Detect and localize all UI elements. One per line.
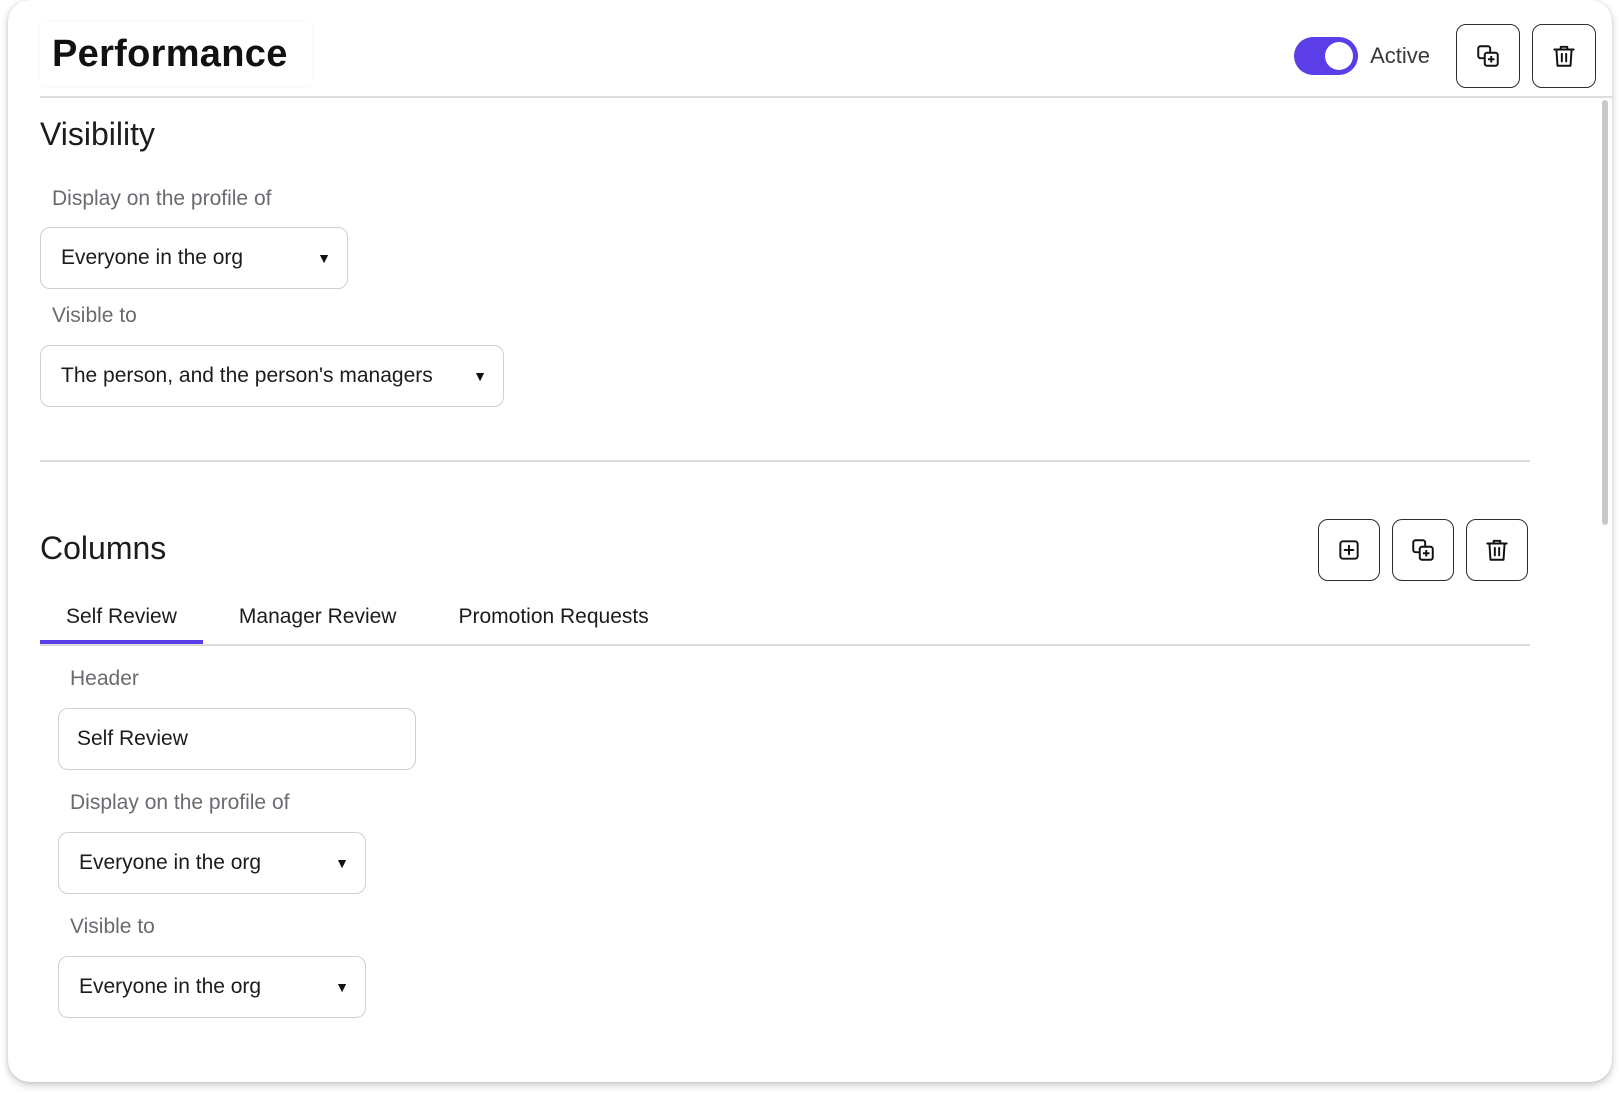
column-visible-to-select[interactable]: Everyone in the org ▼ (58, 956, 366, 1018)
page-title: Performance (52, 32, 288, 75)
columns-title: Columns (40, 530, 167, 566)
delete-button[interactable] (1532, 24, 1596, 88)
tab-self-review[interactable]: Self Review (40, 590, 203, 644)
visible-to-value: The person, and the person's managers (61, 364, 433, 387)
active-toggle[interactable] (1294, 37, 1359, 75)
duplicate-column-button[interactable] (1392, 519, 1454, 581)
display-profile-label: Display on the profile of (52, 187, 272, 210)
display-profile-select[interactable]: Everyone in the org ▼ (40, 227, 348, 289)
caret-down-icon: ▼ (317, 250, 331, 266)
caret-down-icon: ▼ (473, 368, 487, 384)
header-field-label: Header (70, 667, 139, 690)
duplicate-icon (1477, 45, 1499, 67)
trash-icon (1486, 539, 1508, 561)
column-display-profile-select[interactable]: Everyone in the org ▼ (58, 832, 366, 894)
column-visible-to-value: Everyone in the org (79, 975, 262, 998)
display-profile-value: Everyone in the org (61, 246, 244, 269)
header-actions: Active (1294, 24, 1596, 88)
visible-to-label: Visible to (52, 304, 137, 327)
header-divider (40, 96, 1612, 98)
title-box[interactable]: Performance (40, 22, 312, 86)
tab-promotion-requests[interactable]: Promotion Requests (432, 590, 674, 644)
duplicate-icon (1412, 539, 1434, 561)
caret-down-icon: ▼ (335, 855, 349, 871)
column-display-profile-label: Display on the profile of (70, 791, 290, 814)
visible-to-select[interactable]: The person, and the person's managers ▼ (40, 345, 504, 407)
caret-down-icon: ▼ (335, 979, 349, 995)
delete-column-button[interactable] (1466, 519, 1528, 581)
visibility-title: Visibility (40, 116, 155, 152)
active-toggle-label: Active (1370, 43, 1430, 68)
add-square-icon (1339, 540, 1359, 560)
columns-actions (1318, 519, 1528, 581)
column-visible-to-label: Visible to (70, 915, 155, 938)
column-tabs: Self Review Manager Review Promotion Req… (40, 590, 675, 644)
toggle-knob (1325, 42, 1354, 70)
header-input[interactable] (58, 708, 416, 770)
add-column-button[interactable] (1318, 519, 1380, 581)
tabs-divider (40, 644, 1530, 646)
settings-card: Performance Active Visibility Display on… (8, 0, 1612, 1082)
trash-icon (1553, 45, 1575, 67)
duplicate-button[interactable] (1456, 24, 1520, 88)
section-divider (40, 460, 1530, 462)
scrollbar[interactable] (1602, 100, 1608, 525)
tab-manager-review[interactable]: Manager Review (213, 590, 423, 644)
column-display-profile-value: Everyone in the org (79, 851, 262, 874)
